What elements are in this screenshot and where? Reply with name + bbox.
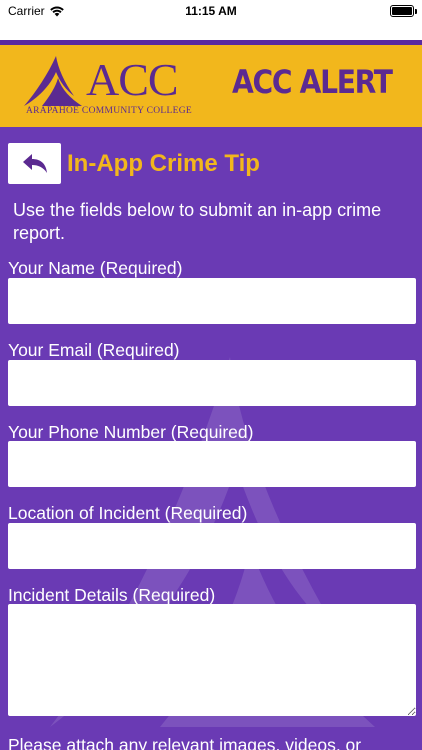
- name-field[interactable]: [8, 278, 416, 324]
- details-label: Incident Details (Required): [8, 585, 216, 605]
- intro-text: Use the fields below to submit an in-app…: [13, 200, 382, 243]
- acc-logo: ACC ARAPAHOE COMMUNITY COLLEGE: [22, 52, 192, 122]
- location-label: Location of Incident (Required): [8, 503, 248, 523]
- email-label: Your Email (Required): [8, 340, 180, 360]
- status-time: 11:15 AM: [185, 4, 237, 18]
- app-banner: ACC ARAPAHOE COMMUNITY COLLEGE ACC ALERT: [0, 45, 422, 127]
- app-title: ACC ALERT: [232, 63, 393, 101]
- page-title: In-App Crime Tip: [67, 150, 260, 177]
- logo-subtitle: ARAPAHOE COMMUNITY COLLEGE: [26, 106, 192, 116]
- back-arrow-icon: [22, 153, 47, 173]
- battery-icon: [390, 5, 417, 17]
- back-button[interactable]: [8, 143, 61, 184]
- details-textarea[interactable]: [8, 604, 416, 716]
- name-label: Your Name (Required): [8, 258, 183, 278]
- mountain-logo-icon: [24, 56, 82, 106]
- logo-text: ACC: [86, 54, 179, 105]
- status-bar: Carrier 11:15 AM: [0, 0, 422, 40]
- phone-field[interactable]: [8, 441, 416, 487]
- location-field[interactable]: [8, 523, 416, 569]
- attach-instructions: Please attach any relevant images, video…: [8, 735, 362, 750]
- email-field[interactable]: [8, 360, 416, 406]
- main-content: In-App Crime Tip Use the fields below to…: [0, 127, 422, 750]
- phone-label: Your Phone Number (Required): [8, 422, 254, 442]
